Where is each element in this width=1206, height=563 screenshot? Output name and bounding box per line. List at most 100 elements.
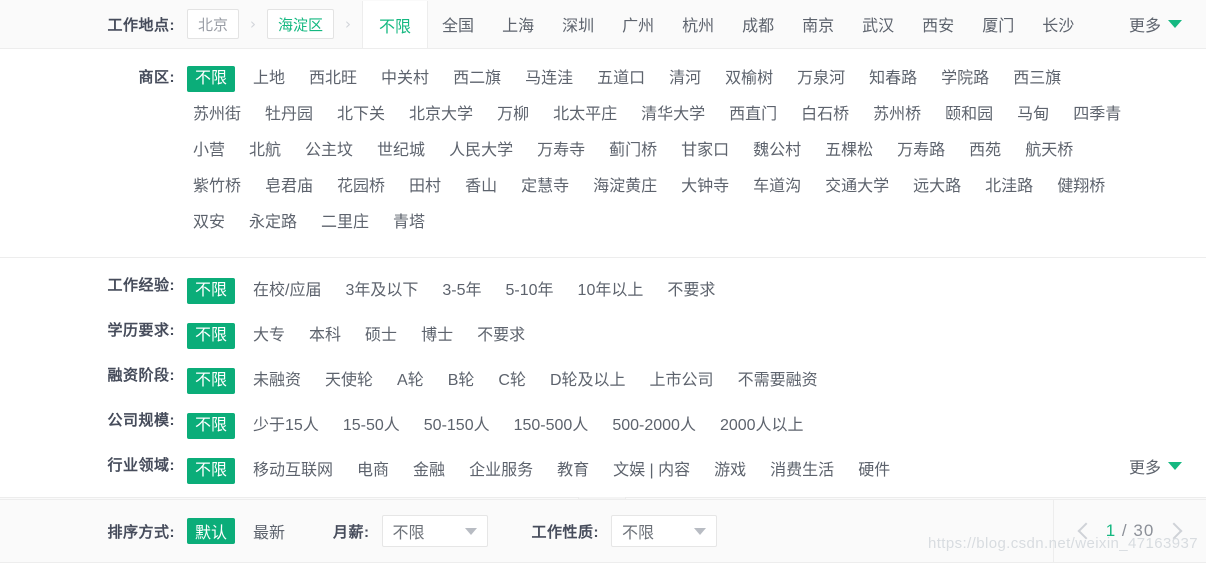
filter-option[interactable]: 大专 <box>247 323 291 349</box>
district-chip[interactable]: 健翔桥 <box>1051 174 1111 200</box>
breadcrumb-city-button[interactable]: 北京 <box>187 9 239 39</box>
district-chip[interactable]: 永定路 <box>243 210 303 236</box>
district-chip[interactable]: 北京大学 <box>403 102 479 128</box>
filter-option[interactable]: 不限 <box>187 368 235 394</box>
filter-option[interactable]: 不需要融资 <box>732 368 824 394</box>
district-chip[interactable]: 世纪城 <box>371 138 431 164</box>
district-chip[interactable]: 不限 <box>187 66 235 92</box>
district-chip[interactable]: 马甸 <box>1011 102 1055 128</box>
chevron-left-icon[interactable] <box>1077 523 1094 540</box>
filter-option[interactable]: 不要求 <box>471 323 531 349</box>
filter-option[interactable]: 上市公司 <box>644 368 720 394</box>
district-chip[interactable]: 公主坟 <box>299 138 359 164</box>
filter-option[interactable]: 教育 <box>551 458 595 484</box>
location-tab-active[interactable]: 不限 <box>362 1 428 48</box>
filter-option[interactable]: 3年及以下 <box>339 278 424 304</box>
district-chip[interactable]: 人民大学 <box>443 138 519 164</box>
city-item-5[interactable]: 成都 <box>728 0 788 48</box>
district-chip[interactable]: 万柳 <box>491 102 535 128</box>
district-chip[interactable]: 航天桥 <box>1019 138 1079 164</box>
district-chip[interactable]: 万寿寺 <box>531 138 591 164</box>
district-chip[interactable]: 白石桥 <box>795 102 855 128</box>
district-chip[interactable]: 牡丹园 <box>259 102 319 128</box>
district-chip[interactable]: 小营 <box>187 138 231 164</box>
filter-option[interactable]: 未融资 <box>247 368 307 394</box>
district-chip[interactable]: 苏州桥 <box>867 102 927 128</box>
filter-option[interactable]: 500-2000人 <box>606 413 702 439</box>
breadcrumb-district-button[interactable]: 海淀区 <box>267 9 334 39</box>
district-chip[interactable]: 双榆树 <box>719 66 779 92</box>
filter-option[interactable]: 金融 <box>407 458 451 484</box>
district-chip[interactable]: 五道口 <box>591 66 651 92</box>
filter-option[interactable]: 10年以上 <box>572 278 650 304</box>
district-chip[interactable]: 皂君庙 <box>259 174 319 200</box>
district-chip[interactable]: 西北旺 <box>303 66 363 92</box>
district-chip[interactable]: 田村 <box>403 174 447 200</box>
filter-option[interactable]: B轮 <box>442 368 481 394</box>
district-chip[interactable]: 知春路 <box>863 66 923 92</box>
district-chip[interactable]: 魏公村 <box>747 138 807 164</box>
district-chip[interactable]: 四季青 <box>1067 102 1127 128</box>
filter-option[interactable]: 不限 <box>187 413 235 439</box>
district-chip[interactable]: 中关村 <box>375 66 435 92</box>
district-chip[interactable]: 定慧寺 <box>515 174 575 200</box>
district-chip[interactable]: 上地 <box>247 66 291 92</box>
district-chip[interactable]: 北洼路 <box>979 174 1039 200</box>
district-chip[interactable]: 甘家口 <box>675 138 735 164</box>
district-chip[interactable]: 苏州街 <box>187 102 247 128</box>
filter-option[interactable]: 不要求 <box>661 278 721 304</box>
chevron-right-icon[interactable] <box>1166 523 1183 540</box>
filter-option[interactable]: 天使轮 <box>319 368 379 394</box>
city-item-3[interactable]: 广州 <box>608 0 668 48</box>
district-chip[interactable]: 远大路 <box>907 174 967 200</box>
filter-option[interactable]: 在校/应届 <box>247 278 327 304</box>
filter-option[interactable]: 150-500人 <box>508 413 595 439</box>
filter-option[interactable]: 消费生活 <box>764 458 840 484</box>
district-chip[interactable]: 香山 <box>459 174 503 200</box>
filter-option[interactable]: 电商 <box>351 458 395 484</box>
city-item-10[interactable]: 长沙 <box>1028 0 1088 48</box>
filter-option[interactable]: D轮及以上 <box>544 368 632 394</box>
district-chip[interactable]: 花园桥 <box>331 174 391 200</box>
filter-option[interactable]: 不限 <box>187 323 235 349</box>
sort-option-newest[interactable]: 最新 <box>253 519 285 543</box>
city-item-4[interactable]: 杭州 <box>668 0 728 48</box>
district-chip[interactable]: 学院路 <box>935 66 995 92</box>
district-chip[interactable]: 紫竹桥 <box>187 174 247 200</box>
district-chip[interactable]: 马连洼 <box>519 66 579 92</box>
filter-option[interactable]: 游戏 <box>708 458 752 484</box>
filter-option[interactable]: 不限 <box>187 458 235 484</box>
filter-option[interactable]: 博士 <box>415 323 459 349</box>
district-chip[interactable]: 西三旗 <box>1007 66 1067 92</box>
city-item-0[interactable]: 全国 <box>428 0 488 48</box>
district-chip[interactable]: 五棵松 <box>819 138 879 164</box>
district-chip[interactable]: 西苑 <box>963 138 1007 164</box>
filter-option[interactable]: 5-10年 <box>500 278 560 304</box>
filter-option[interactable]: 3-5年 <box>436 278 487 304</box>
filter-option[interactable]: 2000人以上 <box>714 413 810 439</box>
filter-option[interactable]: 硬件 <box>852 458 896 484</box>
filter-option[interactable]: C轮 <box>492 368 532 394</box>
city-item-9[interactable]: 厦门 <box>968 0 1028 48</box>
district-chip[interactable]: 二里庄 <box>315 210 375 236</box>
district-chip[interactable]: 万寿路 <box>891 138 951 164</box>
filter-option[interactable]: 不限 <box>187 278 235 304</box>
filter-more-button[interactable]: 更多 <box>1129 453 1182 479</box>
city-item-6[interactable]: 南京 <box>788 0 848 48</box>
filter-option[interactable]: 少于15人 <box>247 413 325 439</box>
district-chip[interactable]: 青塔 <box>387 210 431 236</box>
district-chip[interactable]: 西直门 <box>723 102 783 128</box>
filter-option[interactable]: 企业服务 <box>463 458 539 484</box>
filter-option[interactable]: 文娱 | 内容 <box>607 458 696 484</box>
city-item-2[interactable]: 深圳 <box>548 0 608 48</box>
city-item-1[interactable]: 上海 <box>488 0 548 48</box>
filter-option[interactable]: 15-50人 <box>337 413 406 439</box>
filter-option[interactable]: 硕士 <box>359 323 403 349</box>
filter-option[interactable]: 移动互联网 <box>247 458 339 484</box>
district-chip[interactable]: 大钟寺 <box>675 174 735 200</box>
district-chip[interactable]: 蓟门桥 <box>603 138 663 164</box>
district-chip[interactable]: 北下关 <box>331 102 391 128</box>
sort-option-default[interactable]: 默认 <box>187 518 235 544</box>
district-chip[interactable]: 海淀黄庄 <box>587 174 663 200</box>
filter-option[interactable]: 本科 <box>303 323 347 349</box>
